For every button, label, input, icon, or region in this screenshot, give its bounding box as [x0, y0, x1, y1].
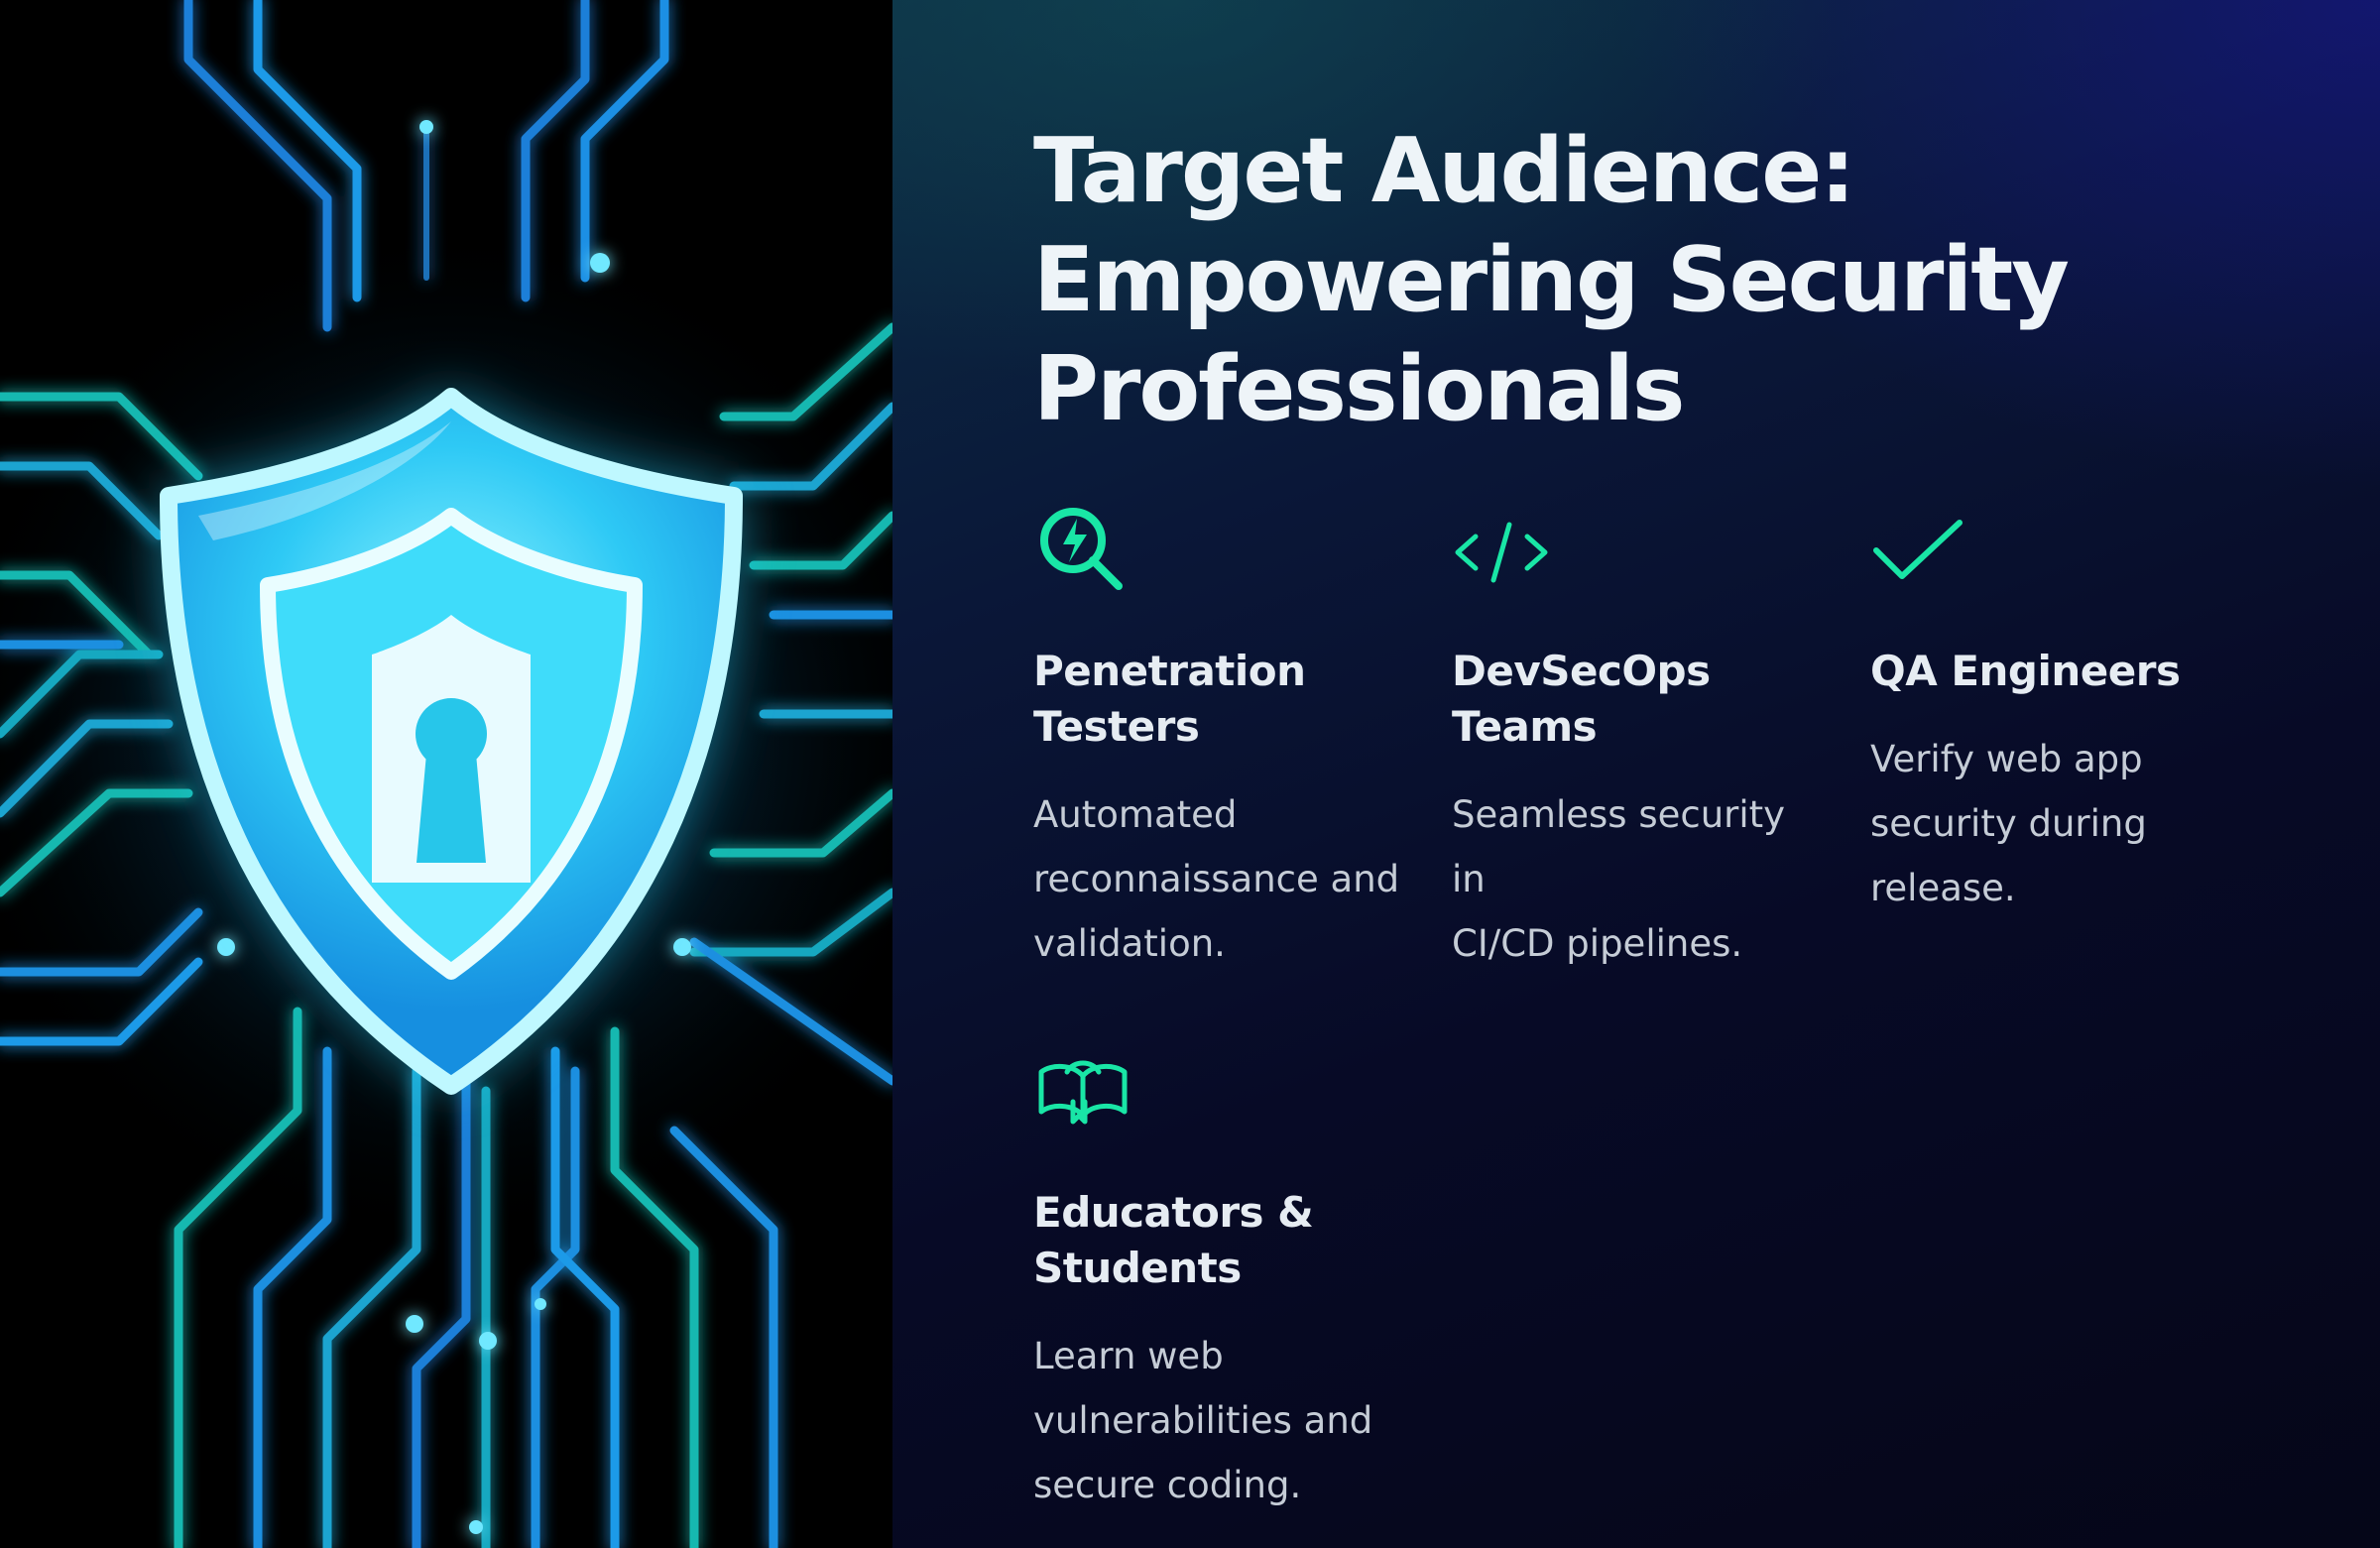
title-line: Empowering Security: [1033, 228, 2070, 332]
card-title-line: Students: [1033, 1244, 1242, 1292]
card-title: DevSecOps Teams: [1452, 644, 1829, 755]
card-title-line: Testers: [1033, 702, 1200, 751]
card-title: Educators & Students: [1033, 1185, 1410, 1296]
card-desc-line: release.: [1870, 867, 2016, 909]
title-line: Professionals: [1033, 337, 1685, 441]
audience-card-educators-students: Educators & Students Learn web vulnerabi…: [1033, 1042, 1410, 1517]
checkmark-icon: [1870, 501, 1969, 600]
card-description: Verify web app security during release.: [1870, 727, 2247, 920]
card-desc-line: secure coding.: [1033, 1464, 1302, 1506]
card-title-line: QA Engineers: [1870, 647, 2181, 695]
card-description: Automated reconnaissance and validation.: [1033, 782, 1410, 976]
card-title-line: Penetration: [1033, 647, 1306, 695]
audience-card-qa-engineers: QA Engineers Verify web app security dur…: [1870, 501, 2247, 920]
card-desc-line: validation.: [1033, 922, 1226, 965]
card-title-line: Educators &: [1033, 1188, 1314, 1237]
title-line: Target Audience:: [1033, 119, 1855, 223]
card-desc-line: security during: [1870, 802, 2147, 845]
audience-card-penetration-testers: Penetration Testers Automated reconnaiss…: [1033, 501, 1410, 976]
card-description: Seamless security in CI/CD pipelines.: [1452, 782, 1829, 976]
card-desc-line: CI/CD pipelines.: [1452, 922, 1743, 965]
audience-card-devsecops-teams: DevSecOps Teams Seamless security in CI/…: [1452, 501, 1829, 976]
shield-circuit-illustration: [0, 0, 892, 1548]
shield-circuit-art: [0, 0, 892, 1548]
card-title-line: DevSecOps: [1452, 647, 1711, 695]
card-desc-line: reconnaissance and: [1033, 858, 1400, 900]
card-title: Penetration Testers: [1033, 644, 1410, 755]
card-desc-line: Verify web app: [1870, 738, 2143, 780]
card-title-line: Teams: [1452, 702, 1598, 751]
content-panel: Target Audience: Empowering Security Pro…: [892, 0, 2380, 1548]
card-description: Learn web vulnerabilities and secure cod…: [1033, 1324, 1410, 1517]
card-title: QA Engineers: [1870, 644, 2247, 699]
card-desc-line: Seamless security in: [1452, 793, 1786, 900]
open-book-icon: [1033, 1042, 1132, 1141]
card-desc-line: vulnerabilities and: [1033, 1399, 1373, 1442]
card-desc-line: Automated: [1033, 793, 1238, 836]
code-brackets-icon: [1452, 501, 1551, 600]
page-title: Target Audience: Empowering Security Pro…: [1033, 117, 2223, 444]
magnifier-lightning-icon: [1033, 501, 1132, 600]
slide: Target Audience: Empowering Security Pro…: [0, 0, 2380, 1548]
card-desc-line: Learn web: [1033, 1335, 1224, 1377]
